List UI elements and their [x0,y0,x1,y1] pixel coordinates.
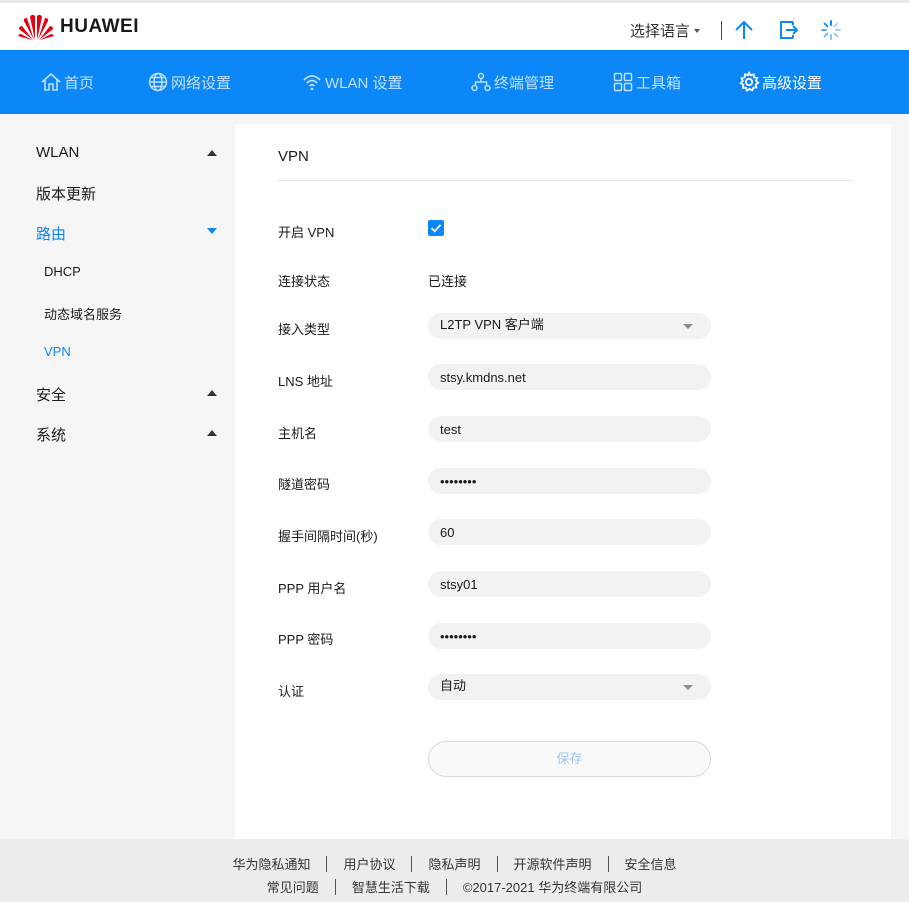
upgrade-icon[interactable] [733,19,755,46]
footer-divider [607,855,609,872]
nav-home[interactable]: 首页 [40,50,94,114]
footer-link-security-info[interactable]: 安全信息 [625,854,677,873]
connection-status-label: 连接状态 [278,274,331,289]
collapse-arrow-icon[interactable] [207,150,217,156]
sidebar-item-security[interactable]: 安全 [36,384,236,405]
caret-down-icon [694,28,701,33]
title-divider [277,180,853,181]
footer-divider [445,878,447,895]
access-type-value: L2TP VPN 客户端 [440,317,544,332]
sidebar-subitem-vpn[interactable]: VPN [44,344,71,359]
enable-vpn-checkbox[interactable] [428,220,444,236]
access-type-select[interactable]: L2TP VPN 客户端 [428,313,711,339]
footer-link-faq[interactable]: 常见问题 [267,877,319,896]
sidebar-subitem-label: 动态域名服务 [44,307,123,322]
sidebar-subitem-dhcp[interactable]: DHCP [44,264,81,279]
footer: 华为隐私通知 用户协议 隐私声明 开源软件声明 安全信息 常见问题 智慧生活下载… [0,839,909,902]
collapse-arrow-icon[interactable] [207,390,217,396]
ppp-password-input[interactable] [428,623,711,649]
header-divider [721,21,722,40]
access-type-label: 接入类型 [278,322,331,337]
footer-divider [334,878,336,895]
sidebar-item-firmware-update[interactable]: 版本更新 [36,183,236,204]
header: HUAWEI 选择语言 [0,3,909,50]
vpn-settings-panel: VPN 开启 VPN 连接状态 已连接 接入类型 L2TP VPN 客户端 LN… [235,124,891,839]
footer-divider [496,855,498,872]
language-selector[interactable]: 选择语言 [630,20,701,41]
page-title: VPN [278,148,309,165]
nav-label: 工具箱 [636,74,682,92]
nav-label: 终端管理 [494,74,555,92]
sidebar-subitem-label: VPN [44,344,71,359]
dropdown-arrow-icon [683,685,693,690]
language-label: 选择语言 [630,23,691,40]
sidebar-item-wlan[interactable]: WLAN [36,144,236,161]
sidebar-item-system[interactable]: 系统 [36,424,236,445]
footer-divider [411,855,413,872]
dropdown-arrow-icon [683,324,693,329]
hello-interval-label: 握手间隔时间(秒) [278,529,378,544]
collapse-arrow-icon[interactable] [207,430,217,436]
main-nav: 首页 网络设置 WLAN 设置 终端管理 工具箱 高级设置 [0,50,909,114]
nav-network-settings[interactable]: 网络设置 [148,50,231,114]
sidebar-subitem-ddns[interactable]: 动态域名服务 [44,304,122,323]
expand-arrow-icon[interactable] [207,228,217,234]
home-icon [41,72,61,91]
sidebar: WLAN 版本更新 路由 DHCP 动态域名服务 VPN 安全 系统 [18,124,234,839]
nav-label: 网络设置 [171,74,232,92]
authentication-label: 认证 [278,684,305,699]
sidebar-item-label: 安全 [36,387,67,404]
nav-device-management[interactable]: 终端管理 [471,50,554,114]
sidebar-item-routing[interactable]: 路由 [36,223,236,244]
enable-vpn-label: 开启 VPN [278,225,335,240]
tunnel-password-input[interactable] [428,468,711,494]
footer-link-privacy-statement[interactable]: 隐私声明 [428,854,480,873]
toolbox-icon [613,72,633,92]
footer-link-privacy-notice[interactable]: 华为隐私通知 [232,854,310,873]
lns-address-label: LNS 地址 [278,374,333,389]
wifi-icon [303,75,321,91]
footer-links-row-1: 华为隐私通知 用户协议 隐私声明 开源软件声明 安全信息 [0,854,909,873]
footer-links-row-2: 常见问题 智慧生活下载 ©2017-2021 华为终端有限公司 [0,877,909,896]
copyright: ©2017-2021 华为终端有限公司 [462,880,643,895]
sidebar-item-label: 版本更新 [36,186,97,203]
huawei-logo: HUAWEI [18,13,139,40]
ppp-password-label: PPP 密码 [278,632,334,647]
gear-icon [739,71,760,92]
nav-toolbox[interactable]: 工具箱 [613,50,681,114]
sidebar-item-label: WLAN [36,144,80,161]
loading-spinner-icon [820,19,842,46]
globe-icon [148,72,168,92]
footer-link-open-source[interactable]: 开源软件声明 [514,854,592,873]
nav-wlan-settings[interactable]: WLAN 设置 [302,50,403,114]
footer-divider [326,855,328,872]
authentication-select[interactable]: 自动 [428,674,711,700]
ppp-username-input[interactable] [428,571,711,597]
sidebar-item-label: 路由 [36,226,67,243]
ppp-username-label: PPP 用户名 [278,581,347,596]
hostname-label: 主机名 [278,426,318,441]
sidebar-item-label: 系统 [36,427,67,444]
hostname-input[interactable] [428,416,711,442]
footer-link-user-agreement[interactable]: 用户协议 [343,854,395,873]
checkmark-icon [430,224,442,233]
tunnel-password-label: 隧道密码 [278,477,331,492]
nav-label: 高级设置 [762,74,823,92]
brand-name: HUAWEI [60,15,139,37]
connection-status-value: 已连接 [428,274,468,289]
authentication-value: 自动 [440,678,467,693]
footer-link-ai-life-download[interactable]: 智慧生活下载 [352,877,430,896]
huawei-logo-icon [18,14,54,40]
nav-advanced-settings[interactable]: 高级设置 [738,50,822,114]
logout-icon[interactable] [778,19,800,46]
sidebar-subitem-label: DHCP [44,264,81,279]
nav-label: WLAN 设置 [325,74,403,92]
hello-interval-input[interactable] [428,519,711,545]
nav-label: 首页 [64,74,95,92]
devices-icon [471,72,491,92]
save-button[interactable]: 保存 [428,741,711,777]
lns-address-input[interactable] [428,364,711,390]
